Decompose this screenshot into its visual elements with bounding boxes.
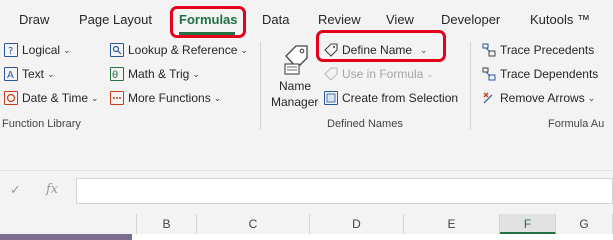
tab-developer[interactable]: Developer	[441, 12, 500, 27]
more-functions-button[interactable]: More Functions ⌄	[110, 91, 221, 105]
date-time-button[interactable]: Date & Time ⌄	[4, 91, 99, 105]
insert-function-button[interactable]: fx	[46, 182, 58, 197]
annotation-highlight-formulas-tab	[170, 6, 246, 38]
text-button[interactable]: A Text ⌄	[4, 67, 55, 81]
logical-button[interactable]: ? Logical ⌄	[4, 43, 71, 57]
column-header-active[interactable]: F	[500, 214, 556, 234]
remove-arrows-icon	[482, 91, 496, 105]
trace-precedents-label: Trace Precedents	[500, 43, 595, 57]
create-from-selection-label: Create from Selection	[342, 91, 459, 105]
trace-dependents-button[interactable]: Trace Dependents	[482, 67, 598, 81]
logical-icon: ?	[4, 43, 18, 57]
trace-precedents-icon	[482, 43, 496, 57]
trace-dependents-label: Trace Dependents	[500, 67, 599, 81]
create-from-selection-icon	[324, 91, 338, 105]
lookup-reference-icon	[110, 43, 124, 57]
tab-kutools[interactable]: Kutools ™	[530, 12, 590, 27]
math-trig-button[interactable]: θ Math & Trig ⌄	[110, 67, 200, 81]
chevron-down-icon: ⌄	[91, 92, 99, 103]
chevron-down-icon: ⌄	[47, 68, 55, 79]
remove-arrows-button[interactable]: Remove Arrows ⌄	[482, 91, 595, 105]
math-trig-icon: θ	[110, 67, 124, 81]
column-header[interactable]: G	[556, 214, 613, 234]
tab-review[interactable]: Review	[318, 12, 361, 27]
formula-bar: ✓ fx	[0, 170, 613, 206]
use-in-formula-button[interactable]: Use in Formula ⌄	[324, 67, 434, 81]
svg-text:?: ?	[8, 46, 13, 56]
date-time-icon	[4, 91, 18, 105]
tab-page-layout[interactable]: Page Layout	[79, 12, 152, 27]
svg-text:θ: θ	[112, 70, 118, 80]
trace-precedents-button[interactable]: Trace Precedents	[482, 43, 594, 57]
use-in-formula-label: Use in Formula	[342, 67, 424, 81]
formula-bar-divider	[0, 170, 613, 171]
name-manager-label-line2: Manager	[271, 95, 319, 109]
text-label: Text	[22, 67, 45, 81]
lookup-reference-button[interactable]: Lookup & Reference ⌄	[110, 43, 248, 57]
chevron-down-icon: ⌄	[63, 44, 71, 55]
tab-draw[interactable]: Draw	[19, 12, 49, 27]
group-divider	[470, 42, 471, 130]
column-header[interactable]: E	[404, 214, 500, 234]
column-header[interactable]: D	[310, 214, 404, 234]
selected-cell-fill	[0, 234, 132, 240]
svg-text:A: A	[7, 70, 14, 80]
text-icon: A	[4, 67, 18, 81]
group-divider	[260, 42, 261, 130]
ribbon: ? Logical ⌄ A Text ⌄ Date & Time ⌄ Looku…	[0, 38, 613, 132]
chevron-down-icon: ⌄	[587, 92, 596, 103]
more-functions-label: More Functions	[128, 91, 211, 105]
tab-data[interactable]: Data	[262, 12, 289, 27]
lookup-reference-label: Lookup & Reference	[128, 43, 238, 57]
annotation-highlight-define-name	[316, 30, 446, 62]
formula-input[interactable]	[76, 178, 613, 204]
name-manager-icon	[281, 42, 311, 79]
trace-dependents-icon	[482, 67, 496, 81]
cancel-icon[interactable]: ✓	[10, 182, 21, 198]
select-all-corner[interactable]	[0, 214, 137, 234]
defined-names-group-label: Defined Names	[327, 118, 403, 130]
chevron-down-icon: ⌄	[192, 68, 200, 79]
name-manager-button[interactable]: Name Manager	[268, 40, 322, 114]
date-time-label: Date & Time	[22, 91, 89, 105]
logical-label: Logical	[22, 43, 61, 57]
math-trig-label: Math & Trig	[128, 67, 190, 81]
function-library-group-label: Function Library	[2, 118, 81, 130]
column-header[interactable]: C	[197, 214, 310, 234]
ribbon-tab-bar: Draw Page Layout Formulas Data Review Vi…	[0, 0, 613, 38]
tab-view[interactable]: View	[386, 12, 414, 27]
more-functions-icon	[110, 91, 124, 105]
remove-arrows-label: Remove Arrows	[500, 91, 585, 105]
chevron-down-icon: ⌄	[426, 68, 434, 79]
chevron-down-icon: ⌄	[213, 92, 222, 103]
chevron-down-icon: ⌄	[240, 44, 248, 55]
name-manager-label-line1: Name	[279, 79, 312, 93]
create-from-selection-button[interactable]: Create from Selection	[324, 91, 458, 105]
column-header[interactable]: B	[137, 214, 197, 234]
use-in-formula-icon	[324, 67, 338, 81]
cells-area[interactable]	[0, 234, 613, 240]
formula-auditing-group-label: Formula Au	[548, 118, 605, 130]
